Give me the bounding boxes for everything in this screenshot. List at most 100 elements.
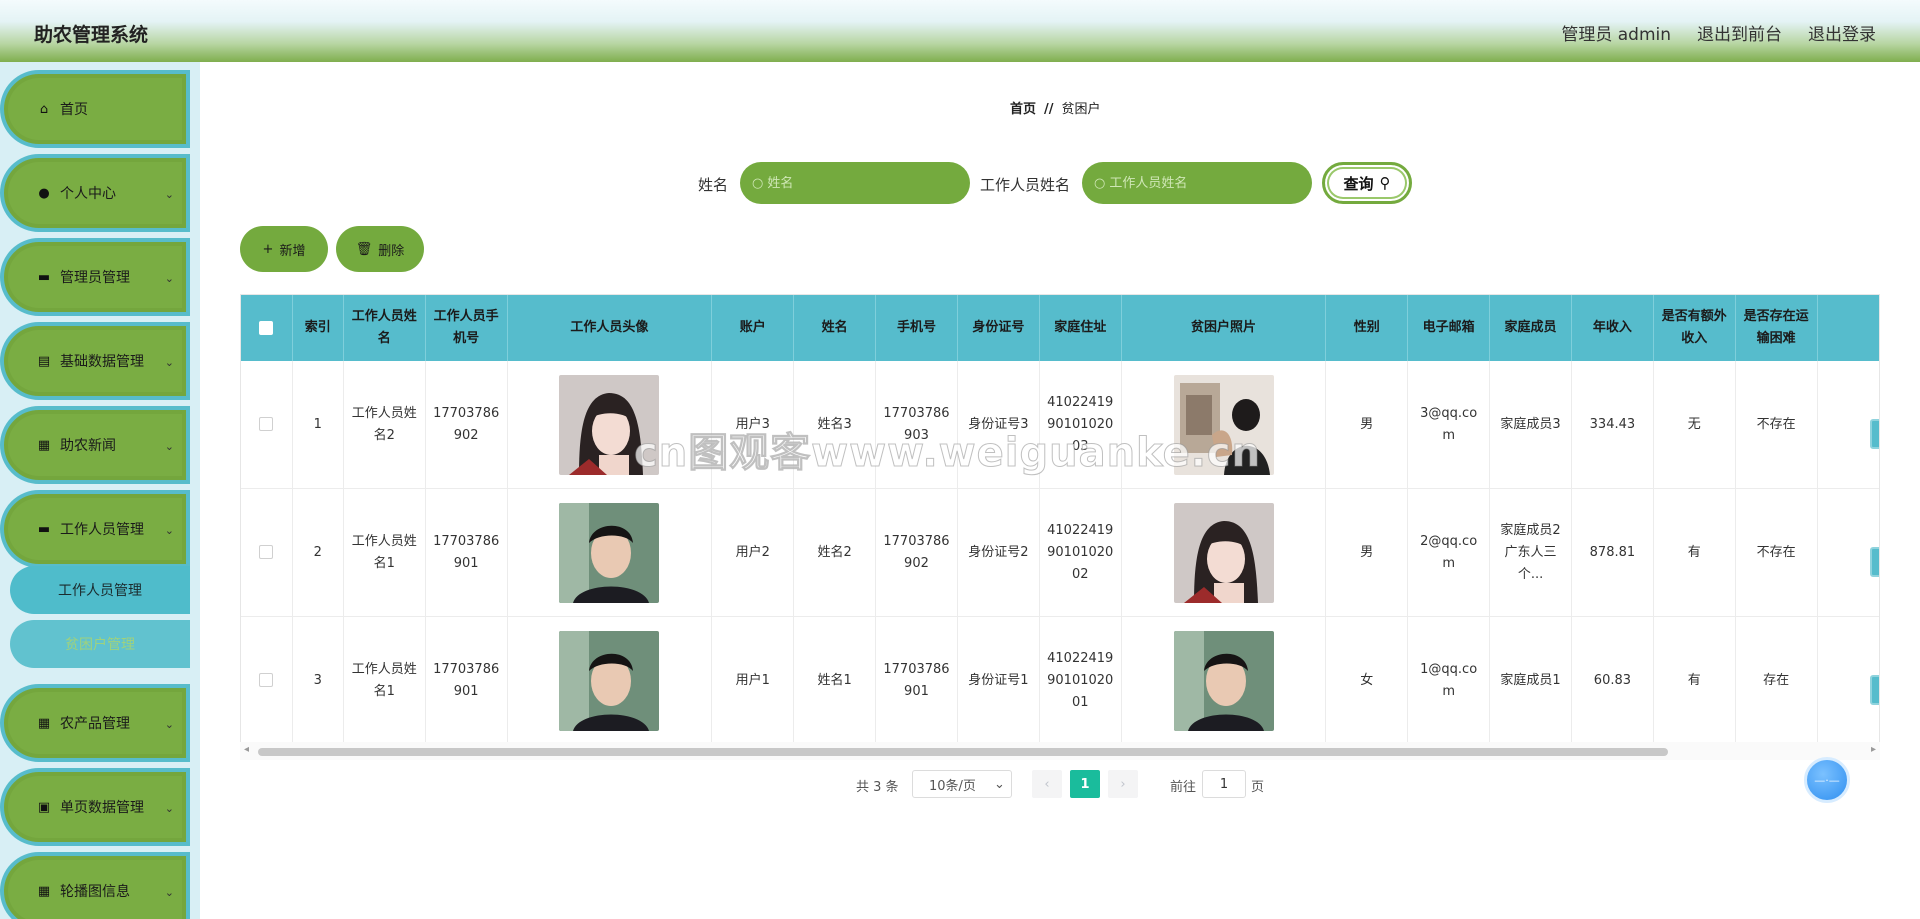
sidebar-subitem-poor-households[interactable]: 贫困户管理 (10, 620, 190, 668)
page-size-select[interactable]: 10条/页 ⌄ (912, 770, 1012, 798)
row-select-cell[interactable] (241, 488, 293, 617)
sidebar-item-basic-data[interactable]: ▤ 基础数据管理 ⌄ (0, 322, 190, 400)
goto-label: 前往 (1170, 779, 1197, 795)
cell-address: 410224199010102001 (1039, 616, 1122, 745)
select-all-checkbox[interactable] (259, 320, 274, 335)
chevron-down-icon: ⌄ (164, 802, 174, 815)
plus-icon: + (262, 241, 274, 257)
cell-transport: 存在 (1735, 616, 1818, 745)
operations-header (1817, 295, 1879, 361)
home-icon: ⌂ (39, 101, 49, 117)
column-header: 姓名 (793, 295, 877, 361)
poor-household-photo (1173, 374, 1274, 475)
sidebar-item-label: 单页数据管理 (60, 800, 144, 816)
cell-operations: ▤ 🗑删 (1817, 361, 1879, 489)
table-row: 3 工作人员姓名1 17703786901 用户1 姓名1 1770378690… (241, 616, 1879, 745)
query-label: 查询 (1343, 174, 1374, 193)
scrollbar-thumb[interactable] (258, 748, 1668, 756)
cell-transport: 不存在 (1735, 361, 1818, 489)
delete-button[interactable]: 🗑 删除 (336, 226, 424, 272)
cell-gender: 女 (1325, 616, 1409, 745)
cell-family: 家庭成员1 (1489, 616, 1572, 745)
sidebar-item-home[interactable]: ⌂ 首页 (0, 70, 190, 148)
sidebar-item-admin-management[interactable]: ▬ 管理员管理 ⌄ (0, 238, 190, 316)
floating-action-button[interactable]: —·— (1804, 757, 1850, 803)
row-checkbox[interactable] (259, 545, 274, 559)
chevron-down-icon: ⌄ (164, 718, 174, 731)
sidebar-item-news[interactable]: ▦ 助农新闻 ⌄ (0, 406, 190, 484)
cell-name: 姓名3 (793, 361, 877, 489)
delete-label: 删除 (378, 243, 405, 259)
cell-income: 60.83 (1571, 616, 1654, 745)
row-select-cell[interactable] (241, 361, 293, 489)
table-row: 2 工作人员姓名1 17703786901 用户2 姓名2 1770378690… (241, 488, 1879, 617)
search-bar: 姓名 ○ 工作人员姓名 ○ 查询 ⚲ (200, 162, 1920, 206)
column-header: 性别 (1325, 295, 1409, 361)
worker-icon: ▬ (37, 521, 51, 537)
search-icon: ○ (752, 175, 764, 191)
sidebar-item-carousel[interactable]: ▦ 轮播图信息 ⌄ (0, 852, 190, 919)
scroll-left-icon[interactable]: ◂ (244, 744, 249, 755)
table-header-row: 索引 工作人员姓名 工作人员手机号 工作人员头像 账户 姓名 手机号 身份证号 … (241, 295, 1879, 361)
sidebar-subitem-staff[interactable]: 工作人员管理 (10, 566, 190, 614)
row-checkbox[interactable] (259, 673, 274, 687)
sidebar-item-staff-management[interactable]: ▬ 工作人员管理 ⌄ (0, 490, 190, 568)
sidebar-subitem-label: 贫困户管理 (65, 637, 135, 653)
chevron-down-icon: ⌄ (164, 886, 174, 899)
cell-operations: ▤ 🗑删 (1817, 616, 1879, 745)
pagination: 共 3 条 10条/页 ⌄ ‹ 1 › 前往 1 页 (200, 770, 1920, 800)
main-content: 首页 // 贫困户 姓名 ○ 工作人员姓名 ○ 查询 ⚲ + 新增 🗑 删除 (200, 62, 1920, 919)
cell-id-card: 身份证号2 (957, 488, 1040, 617)
page-number-current[interactable]: 1 (1070, 770, 1100, 798)
worker-avatar-image (559, 502, 660, 603)
row-checkbox[interactable] (259, 417, 274, 431)
row-delete-button[interactable]: 🗑删 (1869, 419, 1879, 449)
worker-name-search-field[interactable]: ○ (1082, 162, 1312, 204)
row-select-cell[interactable] (241, 616, 293, 745)
name-input[interactable] (767, 175, 958, 191)
cell-income: 334.43 (1571, 361, 1654, 489)
column-header: 电子邮箱 (1407, 295, 1491, 361)
scroll-right-icon[interactable]: ▸ (1871, 744, 1876, 755)
worker-name-input[interactable] (1109, 175, 1300, 191)
page-size-value: 10条/页 (929, 778, 976, 794)
cell-id-card: 身份证号3 (957, 361, 1040, 489)
chevron-down-icon: ⌄ (164, 356, 174, 369)
exit-to-front-link[interactable]: 退出到前台 (1697, 20, 1782, 45)
sidebar-item-label: 个人中心 (60, 186, 116, 202)
clipboard-icon: ▤ (37, 353, 51, 369)
chevron-right-icon: › (1120, 776, 1126, 792)
cell-index: 2 (292, 488, 344, 617)
cell-email: 3@qq.com (1407, 361, 1491, 489)
logout-link[interactable]: 退出登录 (1808, 20, 1876, 45)
cell-worker-name: 工作人员姓名2 (343, 361, 426, 489)
cell-gender: 男 (1325, 361, 1409, 489)
sidebar-item-single-page-data[interactable]: ▣ 单页数据管理 ⌄ (0, 768, 190, 846)
cell-email: 1@qq.com (1407, 616, 1491, 745)
cell-name: 姓名1 (793, 616, 877, 745)
row-delete-button[interactable]: 🗑删 (1869, 675, 1879, 705)
next-page-button[interactable]: › (1108, 770, 1138, 798)
sidebar-item-personal-center[interactable]: ● 个人中心 ⌄ (0, 154, 190, 232)
cell-extra-income: 无 (1653, 361, 1736, 489)
add-button[interactable]: + 新增 (240, 226, 328, 272)
column-header: 家庭住址 (1039, 295, 1122, 361)
sidebar-item-products[interactable]: ▦ 农产品管理 ⌄ (0, 684, 190, 762)
prev-page-button[interactable]: ‹ (1032, 770, 1062, 798)
goto-page-input[interactable]: 1 (1202, 770, 1246, 798)
app-title: 助农管理系统 (34, 24, 149, 46)
name-search-field[interactable]: ○ (740, 162, 970, 204)
horizontal-scrollbar[interactable]: ◂ ▸ (240, 742, 1880, 760)
cell-worker-avatar (507, 488, 713, 617)
cell-address: 410224199010102003 (1039, 361, 1122, 489)
breadcrumb-home[interactable]: 首页 (1010, 102, 1036, 117)
select-all-cell[interactable] (241, 295, 293, 361)
query-button[interactable]: 查询 ⚲ (1322, 162, 1412, 204)
cell-index: 3 (292, 616, 344, 745)
data-table: 索引 工作人员姓名 工作人员手机号 工作人员头像 账户 姓名 手机号 身份证号 … (240, 294, 1880, 760)
admin-user-link[interactable]: 管理员 admin (1561, 20, 1671, 45)
column-header: 是否有额外收入 (1653, 295, 1736, 361)
cell-account: 用户3 (711, 361, 795, 489)
sidebar-item-label: 首页 (60, 102, 88, 118)
row-delete-button[interactable]: 🗑删 (1869, 547, 1879, 577)
